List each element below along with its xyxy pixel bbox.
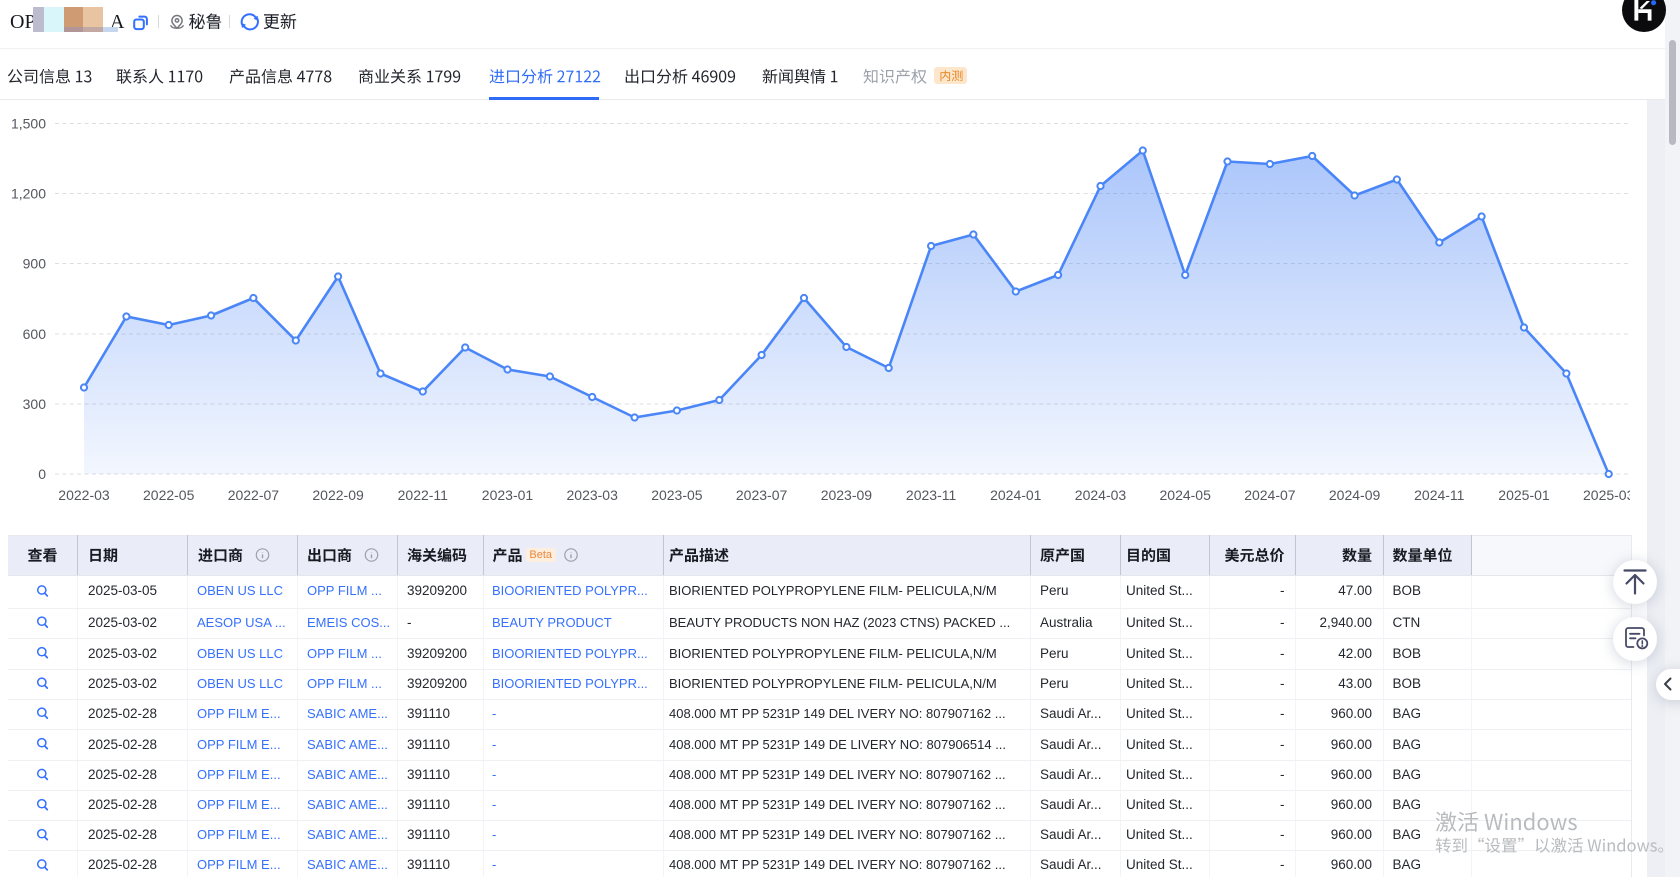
svg-text:1,500: 1,500	[11, 116, 46, 132]
svg-text:2024-11: 2024-11	[1414, 487, 1465, 503]
svg-text:2023-11: 2023-11	[906, 487, 957, 503]
svg-text:2025-03: 2025-03	[1583, 487, 1635, 503]
svg-text:2022-11: 2022-11	[398, 487, 449, 503]
svg-text:2022-03: 2022-03	[58, 487, 110, 503]
svg-text:2023-01: 2023-01	[482, 487, 534, 503]
svg-text:2023-05: 2023-05	[651, 487, 703, 503]
svg-text:600: 600	[23, 326, 47, 342]
svg-text:2023-07: 2023-07	[736, 487, 788, 503]
svg-text:2024-09: 2024-09	[1329, 487, 1381, 503]
svg-text:2025-01: 2025-01	[1498, 487, 1550, 503]
svg-text:1,200: 1,200	[11, 186, 46, 202]
svg-text:2022-09: 2022-09	[312, 487, 364, 503]
svg-text:2022-07: 2022-07	[228, 487, 280, 503]
svg-text:2023-09: 2023-09	[821, 487, 873, 503]
svg-text:900: 900	[23, 256, 47, 272]
svg-text:0: 0	[38, 466, 46, 482]
svg-text:2024-03: 2024-03	[1075, 487, 1127, 503]
svg-text:2024-05: 2024-05	[1160, 487, 1212, 503]
svg-text:2024-01: 2024-01	[990, 487, 1042, 503]
svg-text:300: 300	[23, 396, 47, 412]
svg-text:2024-07: 2024-07	[1244, 487, 1296, 503]
svg-text:2022-05: 2022-05	[143, 487, 195, 503]
svg-text:2023-03: 2023-03	[567, 487, 619, 503]
